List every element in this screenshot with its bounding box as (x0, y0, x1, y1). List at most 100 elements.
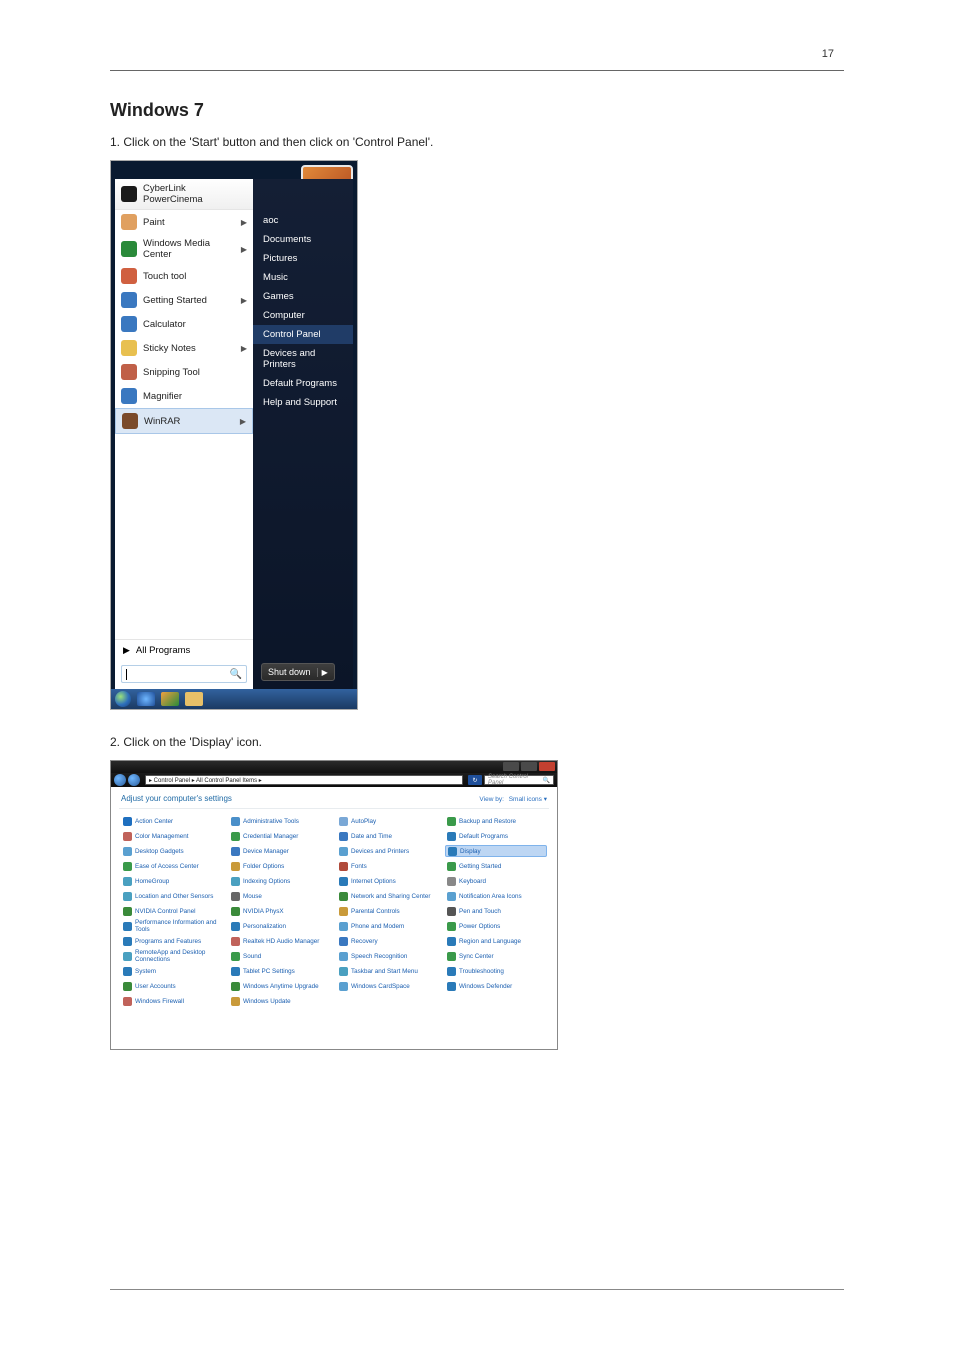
control-panel-item[interactable]: Getting Started (445, 860, 547, 872)
start-right-item[interactable]: Games (253, 287, 353, 306)
cp-item-label: Location and Other Sensors (135, 893, 213, 900)
start-orb-icon[interactable] (115, 691, 131, 707)
control-panel-item[interactable]: Fonts (337, 860, 439, 872)
address-bar[interactable]: ▸ Control Panel ▸ All Control Panel Item… (145, 775, 463, 785)
start-right-item[interactable]: Music (253, 268, 353, 287)
cp-item-label: Desktop Gadgets (135, 848, 184, 855)
control-panel-item[interactable]: Sound (229, 950, 331, 962)
control-panel-item[interactable]: Performance Information and Tools (121, 920, 223, 932)
start-right-item[interactable]: Help and Support (253, 393, 353, 412)
program-item[interactable]: Calculator (115, 312, 253, 336)
start-right-item[interactable]: Pictures (253, 249, 353, 268)
control-panel-item[interactable]: Date and Time (337, 830, 439, 842)
control-panel-item[interactable]: Internet Options (337, 875, 439, 887)
control-panel-item[interactable]: User Accounts (121, 980, 223, 992)
control-panel-item[interactable]: Personalization (229, 920, 331, 932)
ie-icon[interactable] (137, 692, 155, 706)
start-right-item[interactable]: Control Panel (253, 325, 353, 344)
start-right-item[interactable]: Default Programs (253, 374, 353, 393)
control-panel-item[interactable]: AutoPlay (337, 815, 439, 827)
control-panel-item[interactable]: Windows Defender (445, 980, 547, 992)
shutdown-options-arrow[interactable]: ▶ (317, 668, 328, 677)
control-panel-item[interactable]: HomeGroup (121, 875, 223, 887)
control-panel-item[interactable]: Notification Area Icons (445, 890, 547, 902)
search-input[interactable]: Search Control Panel 🔍 (484, 775, 554, 785)
program-item[interactable]: WinRAR▶ (115, 408, 253, 434)
control-panel-item[interactable]: Taskbar and Start Menu (337, 965, 439, 977)
control-panel-item[interactable]: Keyboard (445, 875, 547, 887)
control-panel-item[interactable]: Mouse (229, 890, 331, 902)
all-programs[interactable]: ▶ All Programs (115, 639, 253, 661)
program-item[interactable]: Touch tool (115, 264, 253, 288)
minimize-button[interactable] (503, 762, 519, 771)
program-item[interactable]: Magnifier (115, 384, 253, 408)
viewby-value[interactable]: Small icons ▾ (509, 796, 547, 803)
control-panel-item[interactable]: Windows Anytime Upgrade (229, 980, 331, 992)
control-panel-item[interactable]: Devices and Printers (337, 845, 439, 857)
control-panel-item[interactable]: Network and Sharing Center (337, 890, 439, 902)
forward-button[interactable] (128, 774, 140, 786)
control-panel-item[interactable]: Power Options (445, 920, 547, 932)
program-item[interactable]: Windows Media Center▶ (115, 234, 253, 264)
control-panel-item[interactable]: Region and Language (445, 935, 547, 947)
cp-item-icon (123, 982, 132, 991)
search-input[interactable]: 🔍 (121, 665, 247, 683)
cp-item-label: Speech Recognition (351, 953, 407, 960)
control-panel-item[interactable]: Credential Manager (229, 830, 331, 842)
control-panel-item[interactable]: Backup and Restore (445, 815, 547, 827)
cp-item-label: Recovery (351, 938, 378, 945)
control-panel-item[interactable]: Desktop Gadgets (121, 845, 223, 857)
control-panel-item[interactable]: Display (445, 845, 547, 857)
cp-item-icon (339, 952, 348, 961)
cp-item-label: Personalization (243, 923, 286, 930)
control-panel-item[interactable]: Windows Firewall (121, 995, 223, 1007)
control-panel-item[interactable]: Programs and Features (121, 935, 223, 947)
control-panel-item[interactable]: Default Programs (445, 830, 547, 842)
program-item[interactable]: Paint▶ (115, 210, 253, 234)
control-panel-item[interactable]: Location and Other Sensors (121, 890, 223, 902)
start-right-item[interactable]: Devices and Printers (253, 344, 353, 374)
back-button[interactable] (114, 774, 126, 786)
refresh-button[interactable]: ↻ (468, 775, 482, 785)
control-panel-item[interactable]: Indexing Options (229, 875, 331, 887)
control-panel-item[interactable]: NVIDIA PhysX (229, 905, 331, 917)
control-panel-item[interactable]: Troubleshooting (445, 965, 547, 977)
control-panel-item[interactable]: RemoteApp and Desktop Connections (121, 950, 223, 962)
program-item[interactable]: Snipping Tool (115, 360, 253, 384)
cp-item-label: Credential Manager (243, 833, 298, 840)
control-panel-item[interactable]: Folder Options (229, 860, 331, 872)
control-panel-item[interactable]: Recovery (337, 935, 439, 947)
cp-item-label: Getting Started (459, 863, 501, 870)
program-item[interactable]: Sticky Notes▶ (115, 336, 253, 360)
control-panel-item[interactable]: Pen and Touch (445, 905, 547, 917)
control-panel-item[interactable]: Windows Update (229, 995, 331, 1007)
program-item[interactable]: CyberLink PowerCinema (115, 179, 253, 210)
maximize-button[interactable] (521, 762, 537, 771)
instruction-step2: 2. Click on the 'Display' icon. (110, 735, 262, 749)
start-right-item[interactable]: Computer (253, 306, 353, 325)
program-item[interactable]: Getting Started▶ (115, 288, 253, 312)
control-panel-item[interactable]: Realtek HD Audio Manager (229, 935, 331, 947)
viewby-label: View by: (479, 796, 503, 803)
control-panel-item[interactable]: Speech Recognition (337, 950, 439, 962)
control-panel-item[interactable]: Device Manager (229, 845, 331, 857)
control-panel-item[interactable]: Windows CardSpace (337, 980, 439, 992)
control-panel-item[interactable]: Sync Center (445, 950, 547, 962)
control-panel-item[interactable]: System (121, 965, 223, 977)
control-panel-item[interactable]: Action Center (121, 815, 223, 827)
explorer-icon[interactable] (185, 692, 203, 706)
cp-item-icon (123, 952, 132, 961)
cp-item-label: Action Center (135, 818, 173, 825)
shutdown-button[interactable]: Shut down ▶ (261, 663, 335, 681)
control-panel-item[interactable]: NVIDIA Control Panel (121, 905, 223, 917)
control-panel-item[interactable]: Color Management (121, 830, 223, 842)
control-panel-item[interactable]: Ease of Access Center (121, 860, 223, 872)
control-panel-item[interactable]: Tablet PC Settings (229, 965, 331, 977)
start-right-item[interactable]: aoc (253, 211, 353, 230)
close-button[interactable] (539, 762, 555, 771)
control-panel-item[interactable]: Phone and Modem (337, 920, 439, 932)
control-panel-item[interactable]: Parental Controls (337, 905, 439, 917)
wmp-icon[interactable] (161, 692, 179, 706)
start-right-item[interactable]: Documents (253, 230, 353, 249)
control-panel-item[interactable]: Administrative Tools (229, 815, 331, 827)
